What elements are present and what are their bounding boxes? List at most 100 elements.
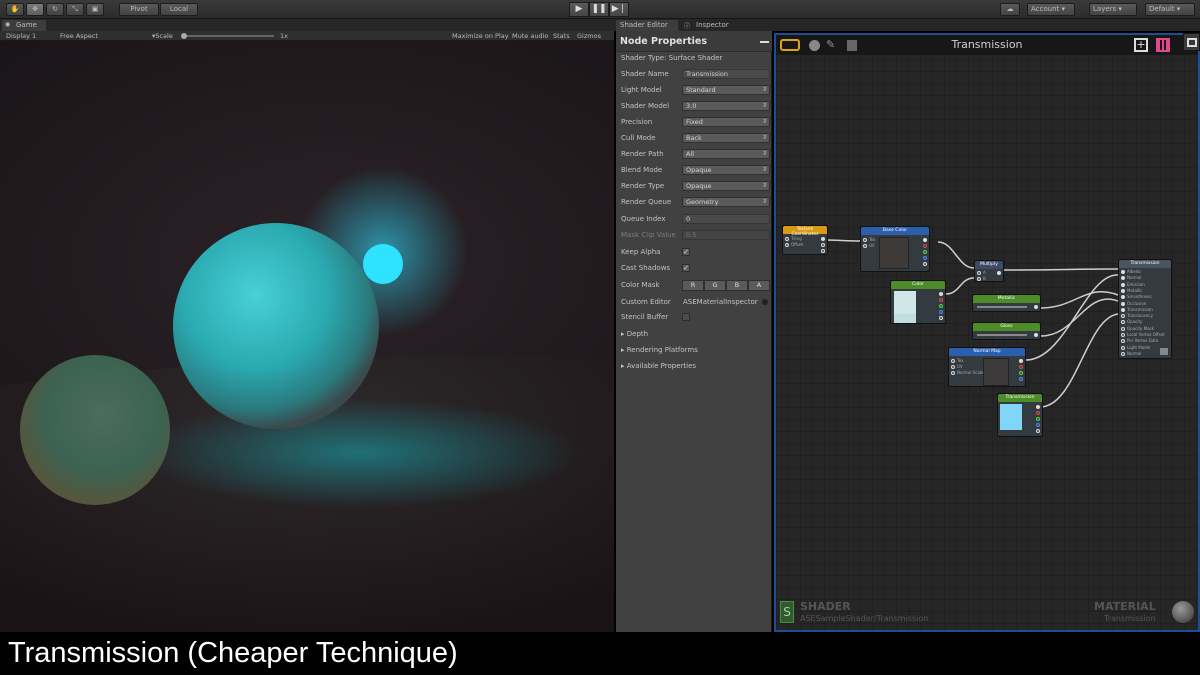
output-port-8[interactable] bbox=[1121, 320, 1125, 325]
cast-shadows-checkbox[interactable]: ✓ bbox=[682, 264, 690, 272]
local-toggle[interactable]: Local bbox=[160, 3, 198, 16]
port-uv[interactable] bbox=[863, 244, 867, 248]
gloss-slider[interactable] bbox=[977, 334, 1027, 336]
tab-inspector[interactable]: Inspector bbox=[682, 20, 742, 31]
output-port-5[interactable] bbox=[1121, 301, 1125, 306]
texture-coordinates-node[interactable]: Texture Coordinates Tiling Offset bbox=[782, 225, 828, 255]
port-u-out[interactable] bbox=[821, 243, 825, 247]
maximize-on-play-toggle[interactable]: Maximize on Play bbox=[452, 31, 509, 41]
port-y-out[interactable] bbox=[1019, 371, 1023, 375]
port-a-out[interactable] bbox=[1036, 429, 1040, 433]
rect-tool-button[interactable]: ▣ bbox=[86, 3, 104, 16]
output-port-3[interactable] bbox=[1121, 288, 1125, 293]
port-x-out[interactable] bbox=[1019, 365, 1023, 369]
color-mask-g[interactable]: G bbox=[704, 280, 726, 291]
port-out[interactable] bbox=[1034, 333, 1038, 337]
aspect-dropdown[interactable]: Free Aspect bbox=[60, 31, 98, 41]
object-picker-icon[interactable] bbox=[762, 299, 768, 305]
port-z-out[interactable] bbox=[1019, 377, 1023, 381]
stats-toggle[interactable]: Stats bbox=[553, 31, 570, 41]
color-mask-b[interactable]: B bbox=[726, 280, 748, 291]
queue-index-input[interactable]: 0 bbox=[682, 214, 770, 224]
color-mask-r[interactable]: R bbox=[682, 280, 704, 291]
pause-button[interactable]: ❚❚ bbox=[589, 2, 609, 17]
normal-map-node[interactable]: Normal Map Tex UV Normal Scale bbox=[948, 347, 1026, 387]
port-a-out[interactable] bbox=[923, 262, 927, 266]
output-port-7[interactable] bbox=[1121, 314, 1125, 319]
port-a-out[interactable] bbox=[939, 316, 943, 320]
port-g-out[interactable] bbox=[923, 250, 927, 254]
port-r-out[interactable] bbox=[1036, 411, 1040, 415]
shader-model-dropdown[interactable]: 3.0 bbox=[682, 101, 770, 111]
save-icon[interactable] bbox=[1160, 348, 1168, 355]
output-node[interactable]: Transmission Albedo Normal Emission Metalli… bbox=[1118, 259, 1172, 359]
display-dropdown[interactable]: Display 1 bbox=[6, 31, 36, 41]
output-port-11[interactable] bbox=[1121, 339, 1125, 344]
output-port-9[interactable] bbox=[1121, 326, 1125, 331]
account-dropdown[interactable]: Account ▾ bbox=[1027, 3, 1075, 16]
shader-name-input[interactable]: Transmission bbox=[682, 69, 770, 79]
step-button[interactable]: ▶❘ bbox=[609, 2, 629, 17]
port-v-out[interactable] bbox=[821, 249, 825, 253]
output-port-4[interactable] bbox=[1121, 295, 1125, 300]
hand-tool-button[interactable]: ✋ bbox=[6, 3, 24, 16]
color-swatch[interactable] bbox=[1000, 404, 1022, 430]
output-port-0[interactable] bbox=[1121, 270, 1125, 274]
output-port-6[interactable] bbox=[1121, 307, 1125, 312]
port-b[interactable] bbox=[977, 277, 981, 281]
keep-alpha-checkbox[interactable]: ✓ bbox=[682, 248, 690, 256]
transmission-color-node[interactable]: Transmission bbox=[997, 393, 1043, 437]
port-r-out[interactable] bbox=[923, 244, 927, 248]
output-port-10[interactable] bbox=[1121, 333, 1125, 337]
collapse-icon[interactable] bbox=[760, 41, 769, 43]
port-b-out[interactable] bbox=[939, 310, 943, 314]
move-tool-button[interactable]: ✥ bbox=[26, 3, 44, 16]
cull-mode-dropdown[interactable]: Back bbox=[682, 133, 770, 143]
port-b-out[interactable] bbox=[1036, 423, 1040, 427]
layout-dropdown[interactable]: Default ▾ bbox=[1145, 3, 1195, 16]
metallic-slider[interactable] bbox=[977, 306, 1027, 308]
port-xyz-out[interactable] bbox=[1019, 359, 1023, 363]
color-mask-a[interactable]: A bbox=[748, 280, 770, 291]
maximize-panel-button[interactable] bbox=[1183, 33, 1200, 51]
port-tex[interactable] bbox=[951, 359, 955, 363]
port-r-out[interactable] bbox=[939, 298, 943, 302]
port-uv[interactable] bbox=[951, 365, 955, 369]
port-normal-scale[interactable] bbox=[951, 371, 955, 375]
port-rgba-out[interactable] bbox=[939, 292, 943, 296]
multiply-node[interactable]: Multiply A B bbox=[974, 260, 1004, 282]
game-viewport[interactable] bbox=[0, 41, 614, 632]
port-b-out[interactable] bbox=[923, 256, 927, 260]
render-queue-dropdown[interactable]: Geometry bbox=[682, 197, 770, 207]
port-out[interactable] bbox=[1034, 305, 1038, 309]
scale-tool-button[interactable]: ⤡ bbox=[66, 3, 84, 16]
port-g-out[interactable] bbox=[939, 304, 943, 308]
output-port-1[interactable] bbox=[1121, 276, 1125, 281]
rotate-tool-button[interactable]: ↻ bbox=[46, 3, 64, 16]
gizmos-dropdown[interactable]: Gizmos bbox=[577, 31, 601, 41]
color-node[interactable]: Color bbox=[890, 280, 946, 324]
output-port-13[interactable] bbox=[1121, 351, 1125, 356]
output-port-12[interactable] bbox=[1121, 345, 1125, 350]
port-offset[interactable] bbox=[785, 243, 789, 247]
cloud-button[interactable]: ☁ bbox=[1000, 3, 1020, 16]
layers-dropdown[interactable]: Layers ▾ bbox=[1089, 3, 1137, 16]
shader-graph-canvas[interactable]: ✎ Transmission + Texture Coordinates Til… bbox=[774, 33, 1200, 632]
stencil-buffer-checkbox[interactable] bbox=[682, 313, 690, 321]
gloss-node[interactable]: Gloss bbox=[972, 322, 1041, 340]
output-port-2[interactable] bbox=[1121, 282, 1125, 287]
scale-slider-thumb[interactable] bbox=[181, 33, 187, 39]
render-type-dropdown[interactable]: Opaque bbox=[682, 181, 770, 191]
port-rgba-out[interactable] bbox=[1036, 405, 1040, 409]
port-a[interactable] bbox=[977, 271, 981, 275]
mute-audio-toggle[interactable]: Mute audio bbox=[512, 31, 548, 41]
port-g-out[interactable] bbox=[1036, 417, 1040, 421]
precision-dropdown[interactable]: Fixed bbox=[682, 117, 770, 127]
scale-slider[interactable] bbox=[182, 35, 274, 37]
port-out[interactable] bbox=[997, 271, 1001, 275]
port-rgba-out[interactable] bbox=[923, 238, 927, 242]
metallic-node[interactable]: Metallic bbox=[972, 294, 1041, 312]
port-tiling[interactable] bbox=[785, 237, 789, 241]
tab-shader-editor[interactable]: Shader Editor bbox=[616, 20, 678, 31]
render-path-dropdown[interactable]: All bbox=[682, 149, 770, 159]
